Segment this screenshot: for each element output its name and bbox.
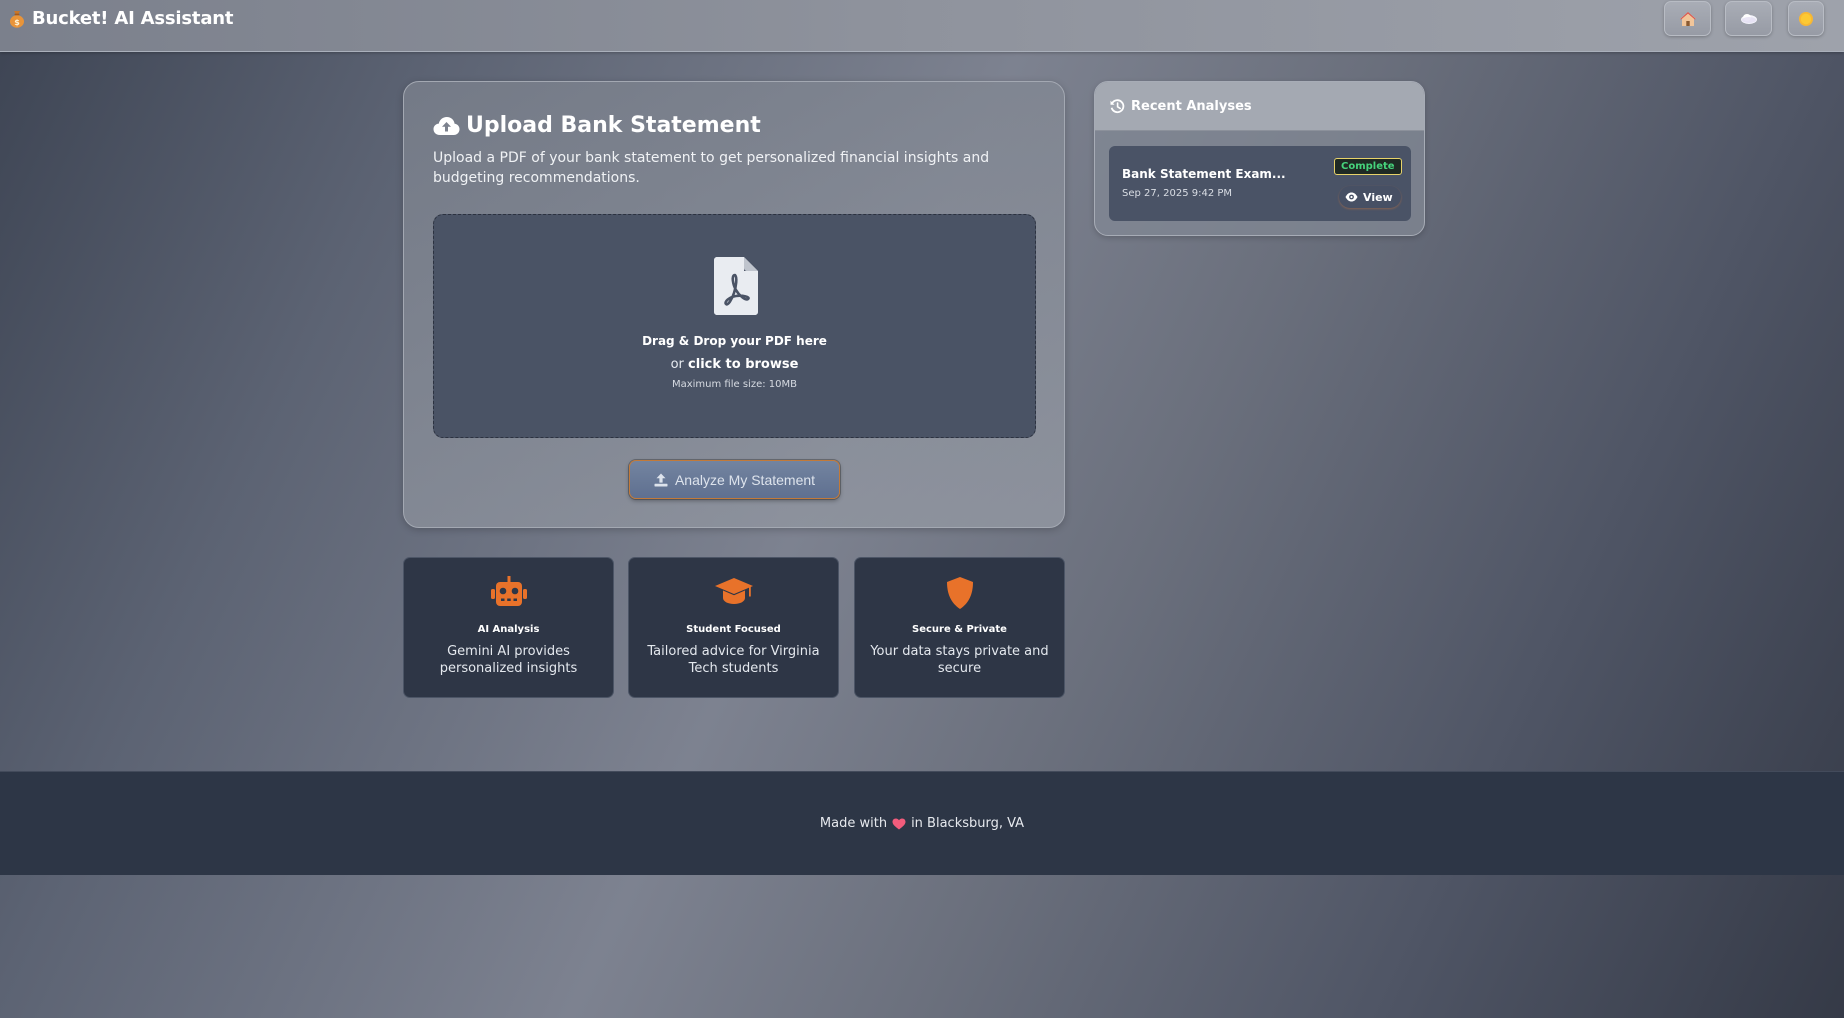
brand[interactable]: $ Bucket! AI Assistant [9, 8, 233, 29]
feature-title: Student Focused [686, 624, 781, 635]
eye-icon [1345, 192, 1358, 202]
home-icon [1679, 11, 1696, 26]
feature-card-secure-private: Secure & Private Your data stays private… [854, 557, 1065, 698]
brand-title: Bucket! AI Assistant [32, 8, 234, 29]
analysis-date: Sep 27, 2025 9:42 PM [1122, 188, 1233, 199]
pdf-dropzone[interactable]: Drag & Drop your PDF here or click to br… [433, 214, 1036, 438]
feature-title: AI Analysis [477, 624, 540, 635]
history-icon [1110, 98, 1125, 113]
svg-text:$: $ [14, 18, 20, 27]
status-badge: Complete [1334, 158, 1402, 175]
feature-card-student-focused: Student Focused Tailored advice for Virg… [628, 557, 839, 698]
upload-card: Upload Bank Statement Upload a PDF of yo… [403, 81, 1065, 528]
file-pdf-icon [714, 257, 758, 315]
recent-analyses-panel: Recent Analyses Bank Statement Exam... S… [1094, 81, 1425, 236]
money-bag-icon: $ [10, 10, 24, 28]
theme-toggle-icon [1740, 13, 1757, 24]
recent-analyses-title: Recent Analyses [1131, 98, 1252, 114]
sun-icon [1799, 11, 1813, 26]
top-navbar: $ Bucket! AI Assistant [0, 0, 1844, 52]
upload-heading: Upload Bank Statement [433, 113, 761, 138]
feature-description: Your data stays private and secure [870, 644, 1049, 676]
dropzone-or-text: or [670, 357, 684, 372]
sun-mode-button[interactable] [1788, 1, 1824, 36]
max-file-size-text: Maximum file size: 10MB [671, 379, 797, 390]
upload-icon [654, 473, 668, 486]
upload-description: Upload a PDF of your bank statement to g… [433, 150, 990, 186]
upload-title: Upload Bank Statement [466, 113, 761, 138]
theme-toggle-button[interactable] [1725, 1, 1772, 36]
dropzone-main-text: Drag & Drop your PDF here [642, 334, 827, 348]
robot-icon [490, 576, 527, 606]
recent-analyses-header: Recent Analyses [1095, 82, 1424, 131]
feature-description: Gemini AI provides personalized insights [439, 644, 578, 676]
browse-link[interactable]: click to browse [688, 357, 798, 372]
footer-prefix: Made with [819, 816, 888, 831]
analysis-item[interactable]: Bank Statement Exam... Sep 27, 2025 9:42… [1109, 146, 1411, 221]
home-button[interactable] [1664, 1, 1711, 36]
view-button-label: View [1363, 190, 1393, 204]
footer: Made with in Blacksburg, VA [0, 771, 1844, 875]
feature-description: Tailored advice for Virginia Tech studen… [647, 644, 820, 676]
dropzone-browse-line: or click to browse [434, 357, 1035, 372]
heart-icon [892, 818, 906, 830]
shield-icon [946, 577, 973, 609]
footer-suffix: in Blacksburg, VA [911, 816, 1025, 831]
view-button[interactable]: View [1339, 186, 1401, 208]
feature-card-ai-analysis: AI Analysis Gemini AI provides personali… [403, 557, 614, 698]
graduation-cap-icon [714, 578, 753, 604]
analysis-title: Bank Statement Exam... [1122, 167, 1286, 181]
feature-title: Secure & Private [912, 624, 1007, 635]
analyze-button-label: Analyze My Statement [674, 471, 816, 488]
cloud-upload-icon [433, 116, 460, 135]
analyze-statement-button[interactable]: Analyze My Statement [629, 460, 840, 499]
